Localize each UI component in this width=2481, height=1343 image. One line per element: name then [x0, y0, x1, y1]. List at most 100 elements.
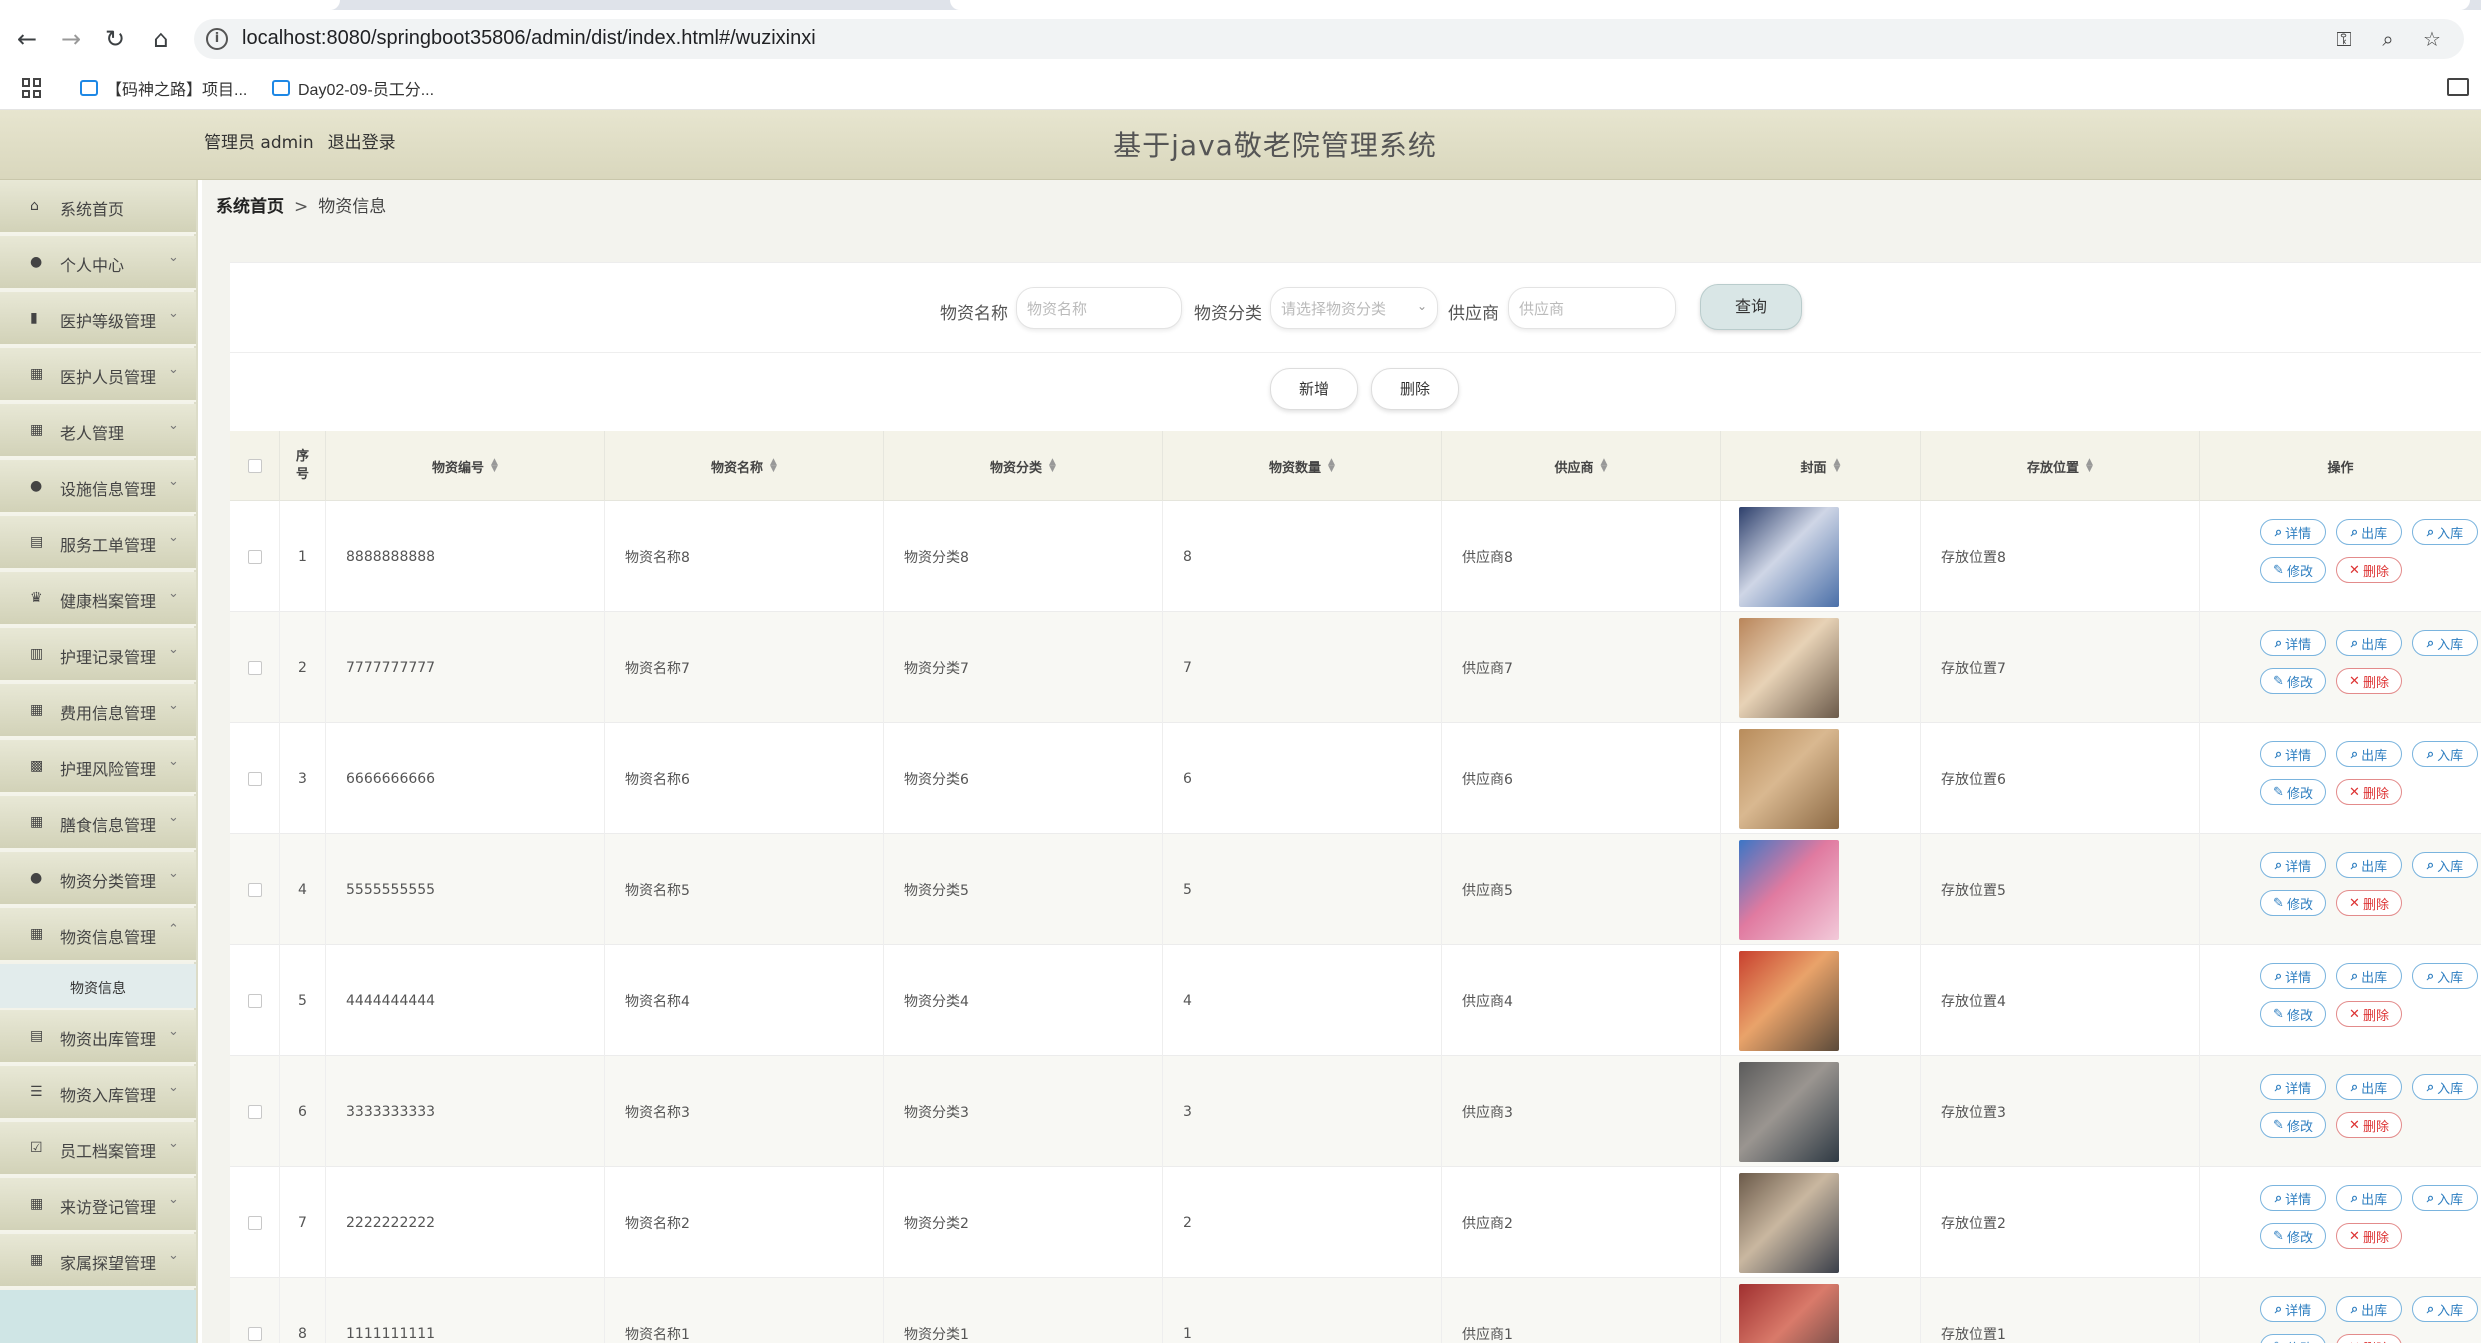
cover-image[interactable]	[1739, 506, 1839, 607]
delete-button[interactable]: ✕删除	[2336, 779, 2402, 805]
cover-image[interactable]	[1739, 1172, 1839, 1273]
header-qty[interactable]: 物资数量 ▲ ▼	[1163, 431, 1442, 501]
row-checkbox[interactable]	[247, 1326, 262, 1341]
sidebar-item[interactable]: ♛ 健康档案管理 ⌄	[0, 572, 196, 626]
delete-button[interactable]: ✕删除	[2336, 1223, 2402, 1249]
stock-in-button[interactable]: ⌕ 入库	[2412, 1296, 2478, 1322]
detail-button[interactable]: ⌕ 详情	[2260, 1074, 2326, 1100]
bookmark-item-2[interactable]: Day02-09-员工分...	[272, 76, 434, 100]
cover-image[interactable]	[1739, 1283, 1839, 1343]
edit-button[interactable]: ✎修改	[2260, 1223, 2326, 1249]
cover-image[interactable]	[1739, 839, 1839, 940]
address-bar[interactable]: i localhost:8080/springboot35806/admin/d…	[194, 19, 2464, 59]
sidebar-item[interactable]: ▮ 医护等级管理 ⌄	[0, 292, 196, 346]
row-checkbox[interactable]	[247, 549, 262, 564]
name-search-input[interactable]: 物资名称	[1016, 287, 1182, 329]
sidebar-subitem-active[interactable]: 物资信息	[0, 964, 196, 1008]
delete-button[interactable]: ✕删除	[2336, 1112, 2402, 1138]
stock-in-button[interactable]: ⌕ 入库	[2412, 630, 2478, 656]
cover-image[interactable]	[1739, 617, 1839, 718]
delete-button[interactable]: ✕删除	[2336, 890, 2402, 916]
zoom-icon[interactable]: ⌕	[2374, 25, 2402, 53]
edit-button[interactable]: ✎修改	[2260, 1001, 2326, 1027]
select-all-checkbox[interactable]	[247, 459, 262, 473]
detail-button[interactable]: ⌕ 详情	[2260, 852, 2326, 878]
stock-in-button[interactable]: ⌕ 入库	[2412, 1185, 2478, 1211]
cover-image[interactable]	[1739, 950, 1839, 1051]
sidebar-item[interactable]: ▦ 老人管理 ⌄	[0, 404, 196, 458]
stock-out-button[interactable]: ⌕ 出库	[2336, 519, 2402, 545]
row-checkbox[interactable]	[247, 1215, 262, 1230]
edit-button[interactable]: ✎修改	[2260, 779, 2326, 805]
sort-icon[interactable]: ▲ ▼	[2086, 458, 2093, 474]
sort-icon[interactable]: ▲ ▼	[491, 458, 498, 474]
header-supplier[interactable]: 供应商 ▲ ▼	[1442, 431, 1721, 501]
home-icon[interactable]: ⌂	[146, 24, 176, 54]
detail-button[interactable]: ⌕ 详情	[2260, 963, 2326, 989]
sort-icon[interactable]: ▲ ▼	[1328, 458, 1335, 474]
forward-icon[interactable]: →	[56, 24, 86, 54]
row-checkbox[interactable]	[247, 771, 262, 786]
edit-button[interactable]: ✎修改	[2260, 890, 2326, 916]
stock-out-button[interactable]: ⌕ 出库	[2336, 1185, 2402, 1211]
active-tab[interactable]	[0, 0, 340, 10]
edit-button[interactable]: ✎修改	[2260, 668, 2326, 694]
sidebar-item[interactable]: ▦ 费用信息管理 ⌄	[0, 684, 196, 738]
sidebar-item[interactable]: ▤ 服务工单管理 ⌄	[0, 516, 196, 570]
sidebar-item[interactable]: ● 物资分类管理 ⌄	[0, 852, 196, 906]
sidebar-item[interactable]: ☰ 物资入库管理 ⌄	[0, 1066, 196, 1120]
sort-icon[interactable]: ▲ ▼	[1834, 458, 1841, 474]
sidebar-item[interactable]: ▦ 医护人员管理 ⌄	[0, 348, 196, 402]
sidebar-item[interactable]: ▦ 来访登记管理 ⌄	[0, 1178, 196, 1232]
header-cover[interactable]: 封面 ▲ ▼	[1721, 431, 1921, 501]
delete-button[interactable]: ✕删除	[2336, 1334, 2402, 1343]
sidebar-item[interactable]: ▩ 护理风险管理 ⌄	[0, 740, 196, 794]
sidebar-item[interactable]: ⌂ 系统首页	[0, 180, 196, 234]
password-key-icon[interactable]: ⚿	[2330, 25, 2358, 53]
apps-grid-icon[interactable]	[22, 78, 42, 98]
cover-image[interactable]	[1739, 1061, 1839, 1162]
reload-icon[interactable]: ↻	[100, 24, 130, 54]
sidebar-item[interactable]: ▦ 膳食信息管理 ⌄	[0, 796, 196, 850]
header-name[interactable]: 物资名称 ▲ ▼	[605, 431, 884, 501]
header-category[interactable]: 物资分类 ▲ ▼	[884, 431, 1163, 501]
sidebar-item[interactable]: ▦ 物资信息管理 ⌃	[0, 908, 196, 962]
delete-button[interactable]: ✕删除	[2336, 668, 2402, 694]
query-button[interactable]: 查询	[1700, 284, 1802, 330]
category-select[interactable]: 请选择物资分类 ⌄	[1270, 287, 1438, 329]
header-code[interactable]: 物资编号 ▲ ▼	[326, 431, 605, 501]
edit-button[interactable]: ✎修改	[2260, 557, 2326, 583]
sidebar-item[interactable]: ▦ 家属探望管理 ⌄	[0, 1234, 196, 1288]
detail-button[interactable]: ⌕ 详情	[2260, 1185, 2326, 1211]
cover-image[interactable]	[1739, 728, 1839, 829]
stock-out-button[interactable]: ⌕ 出库	[2336, 741, 2402, 767]
row-checkbox[interactable]	[247, 882, 262, 897]
stock-out-button[interactable]: ⌕ 出库	[2336, 1296, 2402, 1322]
sidebar-item[interactable]: ☑ 员工档案管理 ⌄	[0, 1122, 196, 1176]
stock-out-button[interactable]: ⌕ 出库	[2336, 963, 2402, 989]
row-checkbox[interactable]	[247, 660, 262, 675]
detail-button[interactable]: ⌕ 详情	[2260, 1296, 2326, 1322]
url-text[interactable]: localhost:8080/springboot35806/admin/dis…	[242, 27, 816, 50]
stock-in-button[interactable]: ⌕ 入库	[2412, 519, 2478, 545]
header-location[interactable]: 存放位置 ▲ ▼	[1921, 431, 2200, 501]
supplier-search-input[interactable]: 供应商	[1508, 287, 1676, 329]
breadcrumb-home[interactable]: 系统首页	[216, 197, 284, 217]
delete-button[interactable]: ✕删除	[2336, 1001, 2402, 1027]
sort-icon[interactable]: ▲ ▼	[770, 458, 777, 474]
delete-button[interactable]: ✕删除	[2336, 557, 2402, 583]
sidebar-item[interactable]: ▤ 物资出库管理 ⌄	[0, 1010, 196, 1064]
stock-in-button[interactable]: ⌕ 入库	[2412, 852, 2478, 878]
sidebar-item[interactable]: ● 个人中心 ⌄	[0, 236, 196, 290]
sidebar-item[interactable]: ● 设施信息管理 ⌄	[0, 460, 196, 514]
site-info-icon[interactable]: i	[206, 28, 228, 50]
back-icon[interactable]: ←	[12, 24, 42, 54]
row-checkbox[interactable]	[247, 993, 262, 1008]
stock-out-button[interactable]: ⌕ 出库	[2336, 852, 2402, 878]
edit-button[interactable]: ✎修改	[2260, 1112, 2326, 1138]
stock-out-button[interactable]: ⌕ 出库	[2336, 630, 2402, 656]
batch-delete-button[interactable]: 删除	[1371, 368, 1459, 410]
stock-in-button[interactable]: ⌕ 入库	[2412, 741, 2478, 767]
stock-in-button[interactable]: ⌕ 入库	[2412, 1074, 2478, 1100]
add-button[interactable]: 新增	[1270, 368, 1358, 410]
